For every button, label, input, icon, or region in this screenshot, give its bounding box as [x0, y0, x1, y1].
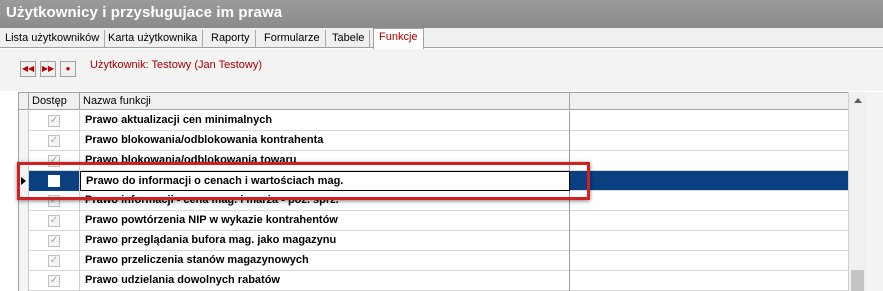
- row-indicator: [19, 231, 29, 251]
- function-name: Prawo do informacji o cenach i wartościa…: [80, 171, 570, 191]
- functions-grid: Dostęp Nazwa funkcji ✓ Prawo aktualizacji…: [18, 92, 866, 291]
- tab-funkcje[interactable]: Funkcje: [373, 28, 424, 49]
- access-checkbox[interactable]: [48, 175, 60, 187]
- tab-raporty[interactable]: Raporty: [206, 30, 256, 48]
- access-cell: ✓: [29, 151, 80, 171]
- access-cell: ✓: [29, 131, 80, 151]
- access-checkbox[interactable]: ✓: [48, 235, 60, 247]
- access-cell: ✓: [29, 191, 80, 211]
- row-indicator: [19, 251, 29, 271]
- row-indicator: [19, 111, 29, 131]
- table-row[interactable]: Prawo do informacji o cenach i wartościa…: [19, 171, 849, 191]
- row-indicator: [19, 191, 29, 211]
- access-checkbox[interactable]: ✓: [48, 135, 60, 147]
- function-name: Prawo informacji - cena mag. i marża - p…: [80, 191, 570, 211]
- function-name: Prawo blokowania/odblokowania towaru: [80, 151, 570, 171]
- access-checkbox[interactable]: ✓: [48, 255, 60, 267]
- access-cell: ✓: [29, 251, 80, 271]
- header-indicator: [19, 93, 29, 110]
- access-cell: ✓: [29, 231, 80, 251]
- window-edge: [866, 92, 883, 291]
- tab-bar: Lista użytkowników Karta użytkownika Rap…: [0, 28, 883, 49]
- access-cell: ✓: [29, 271, 80, 291]
- function-name: Prawo powtórzenia NIP w wykazie kontrahe…: [80, 211, 570, 231]
- table-row[interactable]: ✓ Prawo informacji - cena mag. i marża - …: [19, 191, 849, 211]
- user-label: Użytkownik: Testowy (Jan Testowy): [90, 59, 262, 71]
- row-indicator: [19, 131, 29, 151]
- tab-formularze[interactable]: Formularze: [259, 30, 326, 48]
- function-name: Prawo przeliczenia stanów magazynowych: [80, 251, 570, 271]
- row-indicator: [19, 151, 29, 171]
- table-row[interactable]: ✓ Prawo powtórzenia NIP w wykazie kontrah…: [19, 211, 849, 231]
- function-name: Prawo blokowania/odblokowania kontrahent…: [80, 131, 570, 151]
- access-cell: ✓: [29, 211, 80, 231]
- table-row[interactable]: ✓ Prawo udzielania dowolnych rabatów: [19, 271, 849, 291]
- column-header-nazwa-funkcji[interactable]: Nazwa funkcji: [80, 93, 570, 110]
- function-name: Prawo aktualizacji cen minimalnych: [80, 111, 570, 131]
- access-cell: [29, 171, 80, 191]
- toolbar: ◀◀ ▶▶ ● Użytkownik: Testowy (Jan Testowy…: [0, 49, 883, 91]
- row-indicator: [19, 271, 29, 291]
- current-row-arrow-icon: [21, 177, 26, 185]
- access-checkbox[interactable]: ✓: [48, 275, 60, 287]
- row-indicator: [19, 211, 29, 231]
- table-row[interactable]: ✓ Prawo przeliczenia stanów magazynowych: [19, 251, 849, 271]
- column-header-dostep[interactable]: Dostęp: [29, 93, 80, 110]
- window-title: Użytkownicy i przysługujace im prawa: [0, 0, 883, 28]
- scroll-up-button[interactable]: [849, 92, 866, 109]
- function-name: Prawo przeglądania bufora mag. jako maga…: [80, 231, 570, 251]
- rewind-icon[interactable]: ◀◀: [20, 61, 36, 77]
- fast-forward-icon[interactable]: ▶▶: [40, 61, 56, 77]
- record-icon[interactable]: ●: [60, 61, 76, 77]
- table-row[interactable]: ✓ Prawo blokowania/odblokowania towaru: [19, 151, 849, 171]
- tab-lista-uzytkownikow[interactable]: Lista użytkowników: [0, 30, 106, 48]
- access-checkbox[interactable]: ✓: [48, 115, 60, 127]
- table-row[interactable]: ✓ Prawo przeglądania bufora mag. jako mag…: [19, 231, 849, 251]
- table-row[interactable]: ✓ Prawo blokowania/odblokowania kontrahen…: [19, 131, 849, 151]
- access-checkbox[interactable]: ✓: [48, 155, 60, 167]
- tab-karta-uzytkownika[interactable]: Karta użytkownika: [103, 30, 204, 48]
- table-row[interactable]: ✓ Prawo aktualizacji cen minimalnych: [19, 111, 849, 131]
- access-checkbox[interactable]: ✓: [48, 195, 60, 207]
- chevron-up-icon: [853, 98, 862, 103]
- access-cell: ✓: [29, 111, 80, 131]
- tab-tabele[interactable]: Tabele: [327, 30, 371, 48]
- access-checkbox[interactable]: ✓: [48, 215, 60, 227]
- vertical-scrollbar[interactable]: [848, 92, 866, 291]
- function-name: Prawo udzielania dowolnych rabatów: [80, 271, 570, 291]
- scroll-thumb[interactable]: [851, 270, 864, 291]
- grid-header: Dostęp Nazwa funkcji: [19, 93, 849, 110]
- row-indicator: [19, 171, 29, 191]
